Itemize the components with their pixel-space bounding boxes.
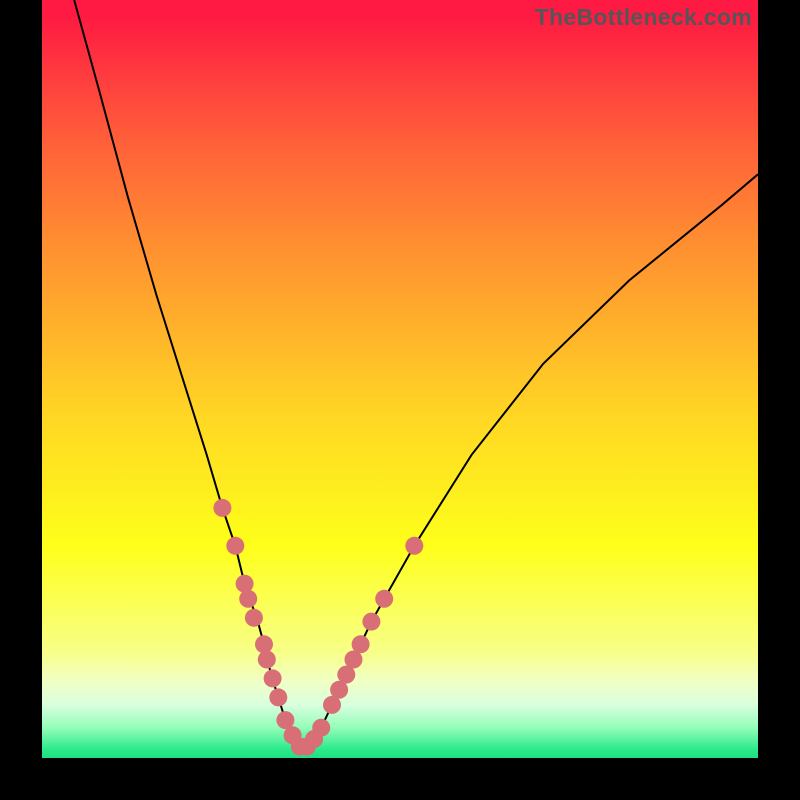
highlight-dot <box>239 590 257 608</box>
highlight-dot <box>405 537 423 555</box>
chart-svg <box>42 0 758 758</box>
highlight-dot <box>264 669 282 687</box>
plot-area: TheBottleneck.com <box>42 0 758 758</box>
highlight-dot <box>312 719 330 737</box>
highlight-dot <box>226 537 244 555</box>
highlight-dot <box>213 499 231 517</box>
highlight-dot <box>258 651 276 669</box>
highlight-dot <box>236 575 254 593</box>
bottleneck-curve <box>74 0 758 747</box>
highlight-dot <box>375 590 393 608</box>
highlight-dot <box>269 688 287 706</box>
highlight-dot <box>245 609 263 627</box>
highlight-dot <box>362 613 380 631</box>
highlight-dot <box>352 635 370 653</box>
chart-frame: TheBottleneck.com <box>0 0 800 800</box>
highlight-dot <box>255 635 273 653</box>
highlight-dots-group <box>213 499 423 756</box>
